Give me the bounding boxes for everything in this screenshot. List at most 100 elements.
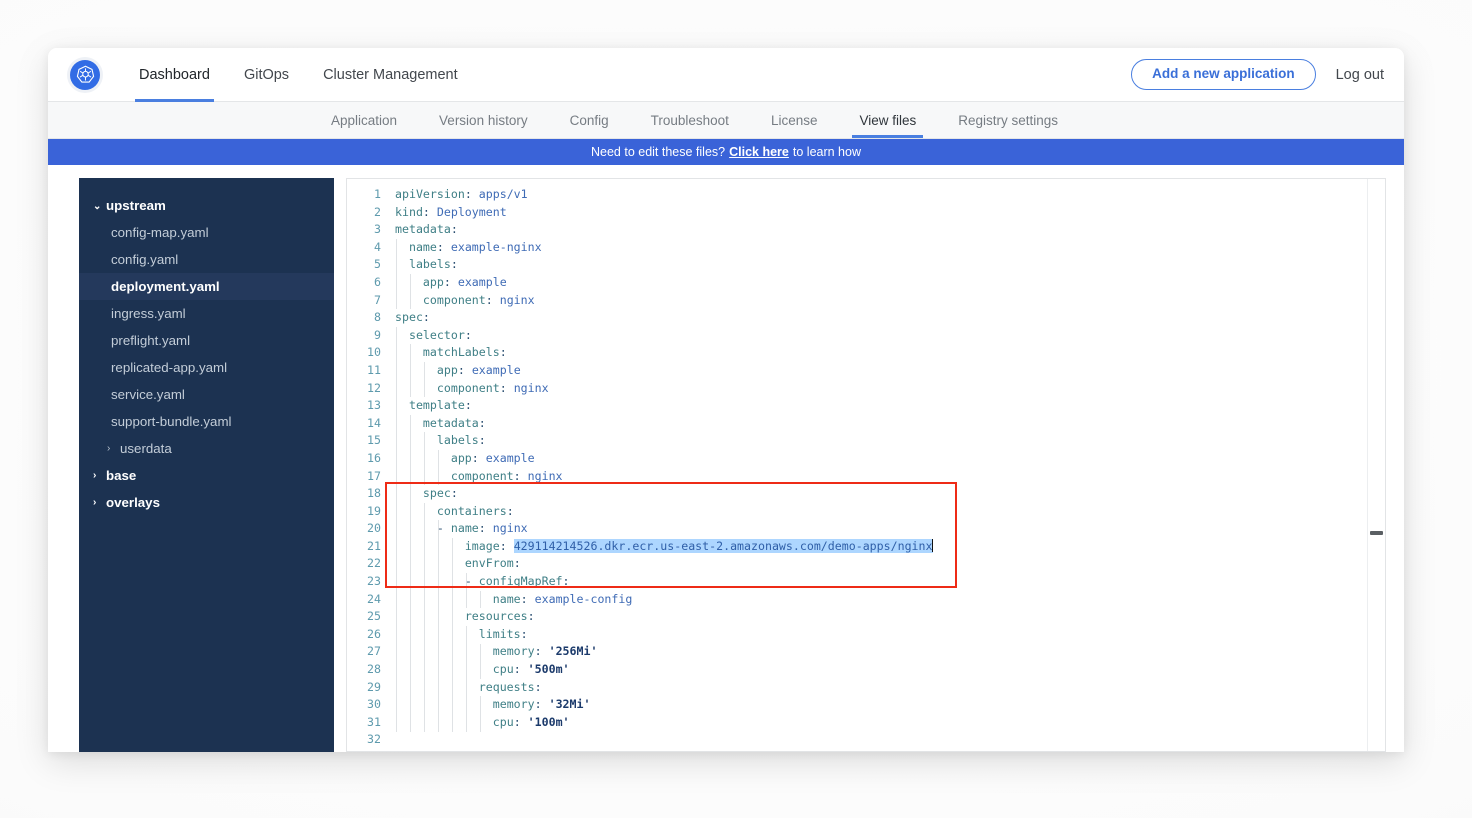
code-line-text: labels:	[395, 432, 486, 450]
file-tree-item-label: base	[106, 468, 136, 483]
tab-application[interactable]: Application	[310, 102, 418, 138]
code-line-text: envFrom:	[395, 555, 521, 573]
code-line-text: metadata:	[395, 221, 458, 239]
file-tree-item-config-yaml[interactable]: config.yaml	[79, 246, 334, 273]
edit-files-banner: Need to edit these files? Click here to …	[48, 139, 1404, 165]
code-line: 12 component: nginx	[347, 380, 1367, 398]
code-line-text: limits:	[395, 626, 528, 644]
view-files-content: ⌄upstream config-map.yaml config.yamldeplo…	[48, 165, 1404, 752]
code-line-text: containers:	[395, 503, 514, 521]
code-line: 1apiVersion: apps/v1	[347, 186, 1367, 204]
code-line-text: component: nginx	[395, 468, 563, 486]
code-line-text: - configMapRef:	[395, 573, 570, 591]
code-line: 13 template:	[347, 397, 1367, 415]
file-tree-item-label: service.yaml	[111, 387, 185, 402]
chevron-right-icon[interactable]: ›	[107, 443, 120, 454]
code-line: 26 limits:	[347, 626, 1367, 644]
line-number: 32	[347, 731, 395, 749]
chevron-right-icon[interactable]: ›	[93, 497, 106, 508]
top-navigation-links: Dashboard GitOps Cluster Management	[122, 48, 475, 102]
line-number: 13	[347, 397, 395, 415]
code-line-text: app: example	[395, 274, 507, 292]
file-tree-item-label: config-map.yaml	[111, 225, 209, 240]
code-line: 7 component: nginx	[347, 292, 1367, 310]
file-tree-item-support-bundle-yaml[interactable]: support-bundle.yaml	[79, 408, 334, 435]
file-tree-item-ingress-yaml[interactable]: ingress.yaml	[79, 300, 334, 327]
banner-text-after: to learn how	[793, 145, 861, 159]
add-new-application-button[interactable]: Add a new application	[1131, 59, 1316, 90]
banner-click-here-link[interactable]: Click here	[729, 145, 789, 159]
file-tree-item-label: upstream	[106, 198, 166, 213]
code-editor-panel: 1apiVersion: apps/v12kind: Deployment3me…	[346, 178, 1386, 752]
file-tree-item-userdata[interactable]: ›userdata	[79, 435, 334, 462]
line-number: 9	[347, 327, 395, 345]
code-line: 11 app: example	[347, 362, 1367, 380]
code-line: 3metadata:	[347, 221, 1367, 239]
code-line: 22 envFrom:	[347, 555, 1367, 573]
code-line-text: app: example	[395, 450, 535, 468]
topnav-label: Cluster Management	[323, 67, 458, 83]
tab-version-history[interactable]: Version history	[418, 102, 549, 138]
code-line: 2kind: Deployment	[347, 204, 1367, 222]
selected-image-value[interactable]: 429114214526.dkr.ecr.us-east-2.amazonaws…	[514, 539, 933, 553]
file-tree-item-config-map-yaml[interactable]: config-map.yaml	[79, 219, 334, 246]
file-tree-item-label: support-bundle.yaml	[111, 414, 231, 429]
tab-view-files[interactable]: View files	[838, 102, 937, 138]
line-number: 19	[347, 503, 395, 521]
log-out-link[interactable]: Log out	[1336, 67, 1384, 83]
topnav-item-cluster-management[interactable]: Cluster Management	[306, 48, 475, 102]
tab-config[interactable]: Config	[549, 102, 630, 138]
chevron-right-icon[interactable]: ›	[93, 470, 106, 481]
editor-scrollbar-thumb[interactable]	[1370, 531, 1383, 535]
file-tree-item-replicated-app-yaml[interactable]: replicated-app.yaml	[79, 354, 334, 381]
code-line: 31 cpu: '100m'	[347, 714, 1367, 732]
editor-scrollbar[interactable]	[1367, 179, 1385, 751]
code-line-text: name: example-config	[395, 591, 632, 609]
topnav-label: GitOps	[244, 67, 289, 83]
code-line: 17 component: nginx	[347, 468, 1367, 486]
file-tree-item-deployment-yaml[interactable]: deployment.yaml	[79, 273, 334, 300]
line-number: 11	[347, 362, 395, 380]
line-number: 7	[347, 292, 395, 310]
line-number: 14	[347, 415, 395, 433]
topnav-item-gitops[interactable]: GitOps	[227, 48, 306, 102]
code-line-text: component: nginx	[395, 292, 535, 310]
code-line-text: app: example	[395, 362, 521, 380]
file-tree-item-preflight-yaml[interactable]: preflight.yaml	[79, 327, 334, 354]
line-number: 31	[347, 714, 395, 732]
code-line-text: name: example-nginx	[395, 239, 542, 257]
line-number: 22	[347, 555, 395, 573]
banner-text-before: Need to edit these files?	[591, 145, 725, 159]
line-number: 10	[347, 344, 395, 362]
code-line-text: resources:	[395, 608, 535, 626]
code-editor[interactable]: 1apiVersion: apps/v12kind: Deployment3me…	[347, 179, 1367, 751]
line-number: 26	[347, 626, 395, 644]
topnav-item-dashboard[interactable]: Dashboard	[122, 48, 227, 102]
tab-troubleshoot[interactable]: Troubleshoot	[630, 102, 750, 138]
code-line: 24 name: example-config	[347, 591, 1367, 609]
line-number: 29	[347, 679, 395, 697]
tab-label: View files	[859, 113, 916, 128]
code-line-text: template:	[395, 397, 472, 415]
tab-label: Version history	[439, 113, 528, 128]
tab-label: Config	[570, 113, 609, 128]
code-line-text: apiVersion: apps/v1	[395, 186, 528, 204]
line-number: 12	[347, 380, 395, 398]
line-number: 20	[347, 520, 395, 538]
line-number: 17	[347, 468, 395, 486]
file-tree-item-base[interactable]: ›base	[79, 462, 334, 489]
tab-license[interactable]: License	[750, 102, 839, 138]
tab-label: License	[771, 113, 818, 128]
tab-label: Registry settings	[958, 113, 1058, 128]
file-tree-item-overlays[interactable]: ›overlays	[79, 489, 334, 516]
file-tree-item-label: userdata	[120, 441, 172, 456]
line-number: 27	[347, 643, 395, 661]
chevron-down-icon[interactable]: ⌄	[93, 201, 106, 212]
code-line: 10 matchLabels:	[347, 344, 1367, 362]
code-line: 8spec:	[347, 309, 1367, 327]
code-line: 28 cpu: '500m'	[347, 661, 1367, 679]
code-line-text: - name: nginx	[395, 520, 528, 538]
file-tree-item-upstream[interactable]: ⌄upstream	[79, 192, 334, 219]
file-tree-item-service-yaml[interactable]: service.yaml	[79, 381, 334, 408]
tab-registry-settings[interactable]: Registry settings	[937, 102, 1079, 138]
